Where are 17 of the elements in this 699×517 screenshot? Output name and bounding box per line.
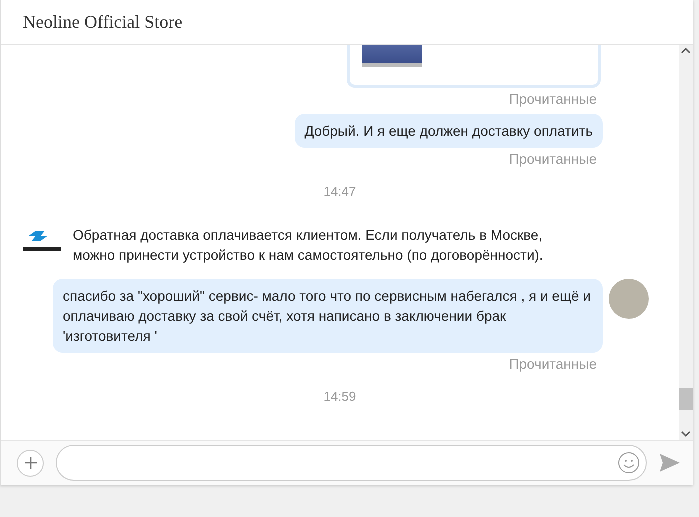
plus-icon xyxy=(24,456,38,470)
scroll-down-icon[interactable] xyxy=(681,430,691,438)
read-status: Прочитанные xyxy=(509,91,597,108)
scrollbar-thumb[interactable] xyxy=(679,388,693,410)
message-input[interactable] xyxy=(56,445,647,481)
emoji-icon[interactable] xyxy=(618,452,640,474)
timestamp: 14:59 xyxy=(322,389,358,404)
outgoing-message: спасибо за "хороший" сервис- мало того что по сервисным набегался , я и ещё и оплачиваю доставку за свой счёт, хотя написано в заключении брак 'изготовителя ' xyxy=(53,279,603,353)
attach-button[interactable] xyxy=(17,450,44,476)
read-status: Прочитанные xyxy=(509,151,597,168)
timestamp: 14:47 xyxy=(322,184,358,199)
incoming-message: Обратная доставка оплачивается клиентом. Если получатель в Москве, можно принести устройство к нам самостоятельно (по договорённости). xyxy=(73,226,544,265)
scroll-up-icon[interactable] xyxy=(681,47,691,55)
outgoing-message: Добрый. И я еще должен доставку оплатить xyxy=(294,114,603,148)
read-status: Прочитанные xyxy=(509,356,597,373)
window-title: Neoline Official Store xyxy=(1,0,693,45)
send-icon xyxy=(659,453,681,473)
